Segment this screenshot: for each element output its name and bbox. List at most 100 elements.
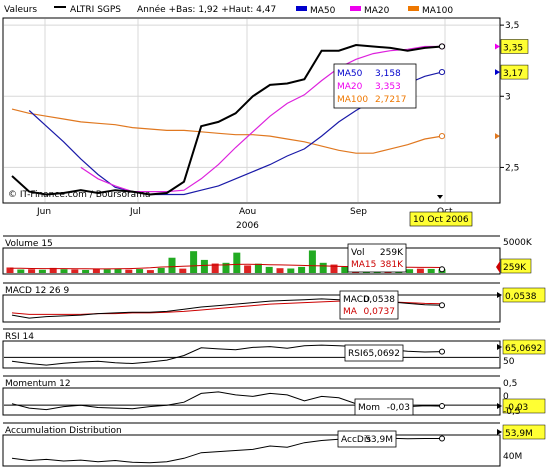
volume-bar [125, 269, 133, 273]
month-label-aou: Aou [239, 207, 256, 217]
year-label: 2006 [236, 221, 259, 231]
volume-title: Volume 15 [5, 239, 53, 249]
ma-legend: MA50 MA20 MA100 [296, 6, 453, 16]
volume-bar [406, 269, 414, 273]
volume-bar [200, 259, 208, 273]
legend-label-ma50: MA50 [310, 6, 336, 16]
volume-endpoint [439, 266, 445, 273]
rsi-endpoint [439, 348, 445, 355]
header-name: ALTRI SGPS [70, 5, 121, 15]
macd-frame [2, 294, 501, 323]
momentum-tick-high: 0,5 [503, 379, 517, 389]
momentum-endpoint [439, 403, 445, 410]
volume-bar [168, 257, 176, 273]
ma-values-box: MA50 3,158 MA20 3,353 MA100 2,7217 [333, 63, 417, 109]
macd-endpoint [439, 302, 445, 309]
macd-title: MACD 12 26 9 [5, 286, 69, 296]
momentum-frame [2, 387, 501, 416]
volume-box-value: 381K [380, 260, 404, 270]
rsi-panel: RSI 14RSI 65,0692 65,069250 [2, 328, 546, 369]
legend-swatch-ma50 [296, 6, 307, 11]
header-stats: Année +Bas: 1,92 +Haut: 4,47 [137, 4, 276, 15]
date-label: 10 Oct 2006 [413, 215, 469, 225]
volume-bar [71, 269, 79, 273]
volume-box-value: 259K [380, 248, 404, 258]
macd-panel: MACD 12 26 9MACD0,0538MA 0,07370,0538 [2, 282, 546, 323]
volume-bar [233, 252, 241, 273]
volume-bar [179, 268, 187, 273]
volume-bar [416, 268, 424, 273]
month-label-jun: Jun [36, 207, 51, 217]
value-badge-text: 3,17 [503, 69, 523, 79]
macd-badge-text: 0,0538 [505, 292, 537, 302]
ma-box-name-ma50: MA50 [337, 69, 363, 79]
y-tick-label: 3 [505, 92, 511, 102]
volume-bar [427, 268, 435, 273]
volume-bar [103, 269, 111, 273]
accdist-tick-label: 40M [503, 452, 522, 462]
ma-box-value-ma50: 3,158 [375, 69, 401, 79]
y-tick-label: 2,5 [505, 163, 519, 173]
price-legend-swatch [54, 6, 66, 8]
volume-bar [287, 268, 295, 273]
legend-label-ma20: MA20 [364, 6, 390, 16]
macd-box-value: 0,0538 [364, 295, 396, 305]
accdist-pointer-icon [497, 429, 502, 435]
ma-box-name-ma100: MA100 [337, 95, 368, 105]
momentum-panel: Momentum 12Mom -0,03 -0,030,50-0,5 [2, 375, 546, 417]
endpoint-price [438, 43, 446, 50]
volume-scale-label: 5000K [503, 238, 533, 248]
month-label-jul: Jul [129, 207, 141, 217]
accdist-frame [2, 434, 501, 467]
endpoint-ma50 [438, 68, 446, 76]
volume-bar [341, 266, 349, 273]
momentum-box-value: -0,03 [387, 403, 410, 413]
momentum-tick-low: -0,5 [503, 407, 521, 417]
volume-bar [308, 250, 316, 273]
accdist-badge-text: 53,9M [505, 429, 533, 439]
y-tick-label: 3,5 [505, 21, 519, 31]
volume-bar [244, 265, 252, 273]
value-badge-text: 3,35 [503, 43, 523, 53]
volume-panel: Volume 15 Vol 259K MA15 381K 5000K 259K [2, 235, 533, 275]
accdist-title: Accumulation Distribution [5, 426, 122, 436]
volume-bar [298, 266, 306, 273]
volume-bar [38, 269, 46, 273]
rsi-badge-text: 65,0692 [505, 344, 542, 354]
volume-bar [28, 269, 36, 273]
endpoint-ma100 [438, 133, 446, 140]
volume-bar [265, 266, 273, 273]
ma-box-value-ma20: 3,353 [375, 82, 401, 92]
legend-swatch-ma20 [350, 6, 361, 11]
header-label: Valeurs [4, 5, 37, 15]
volume-bar [136, 269, 144, 273]
volume-bar [319, 262, 327, 273]
volume-box-name: MA15 [351, 260, 376, 270]
volume-badge-text: 259K [503, 263, 527, 273]
volume-bar [190, 251, 198, 273]
legend-label-ma100: MA100 [422, 6, 453, 16]
rsi-tick-label: 50 [503, 357, 515, 367]
month-label-sep: Sep [350, 207, 367, 217]
copyright: © IT-Finance.com / Boursorama [8, 190, 150, 200]
volume-bar [254, 263, 262, 273]
volume-bar [82, 269, 90, 273]
accdist-panel: Accumulation DistributionAccDis53,9M53,9… [2, 422, 546, 467]
stock-chart: Valeurs ALTRI SGPS Année +Bas: 1,92 +Hau… [0, 0, 550, 467]
accdist-box-value: 53,9M [365, 435, 393, 445]
rsi-title: RSI 14 [5, 332, 34, 342]
momentum-box-name: Mom [358, 403, 380, 413]
rsi-frame [2, 340, 501, 369]
main-panel [2, 17, 501, 204]
month-labels: JunJulAouSepOct [36, 207, 453, 217]
volume-bar [276, 268, 284, 273]
volume-bar [114, 268, 122, 273]
volume-bar [157, 267, 165, 273]
accdist-endpoint [439, 435, 445, 442]
volume-bar [17, 269, 25, 273]
rsi-box-name: RSI [348, 349, 363, 359]
volume-bar [60, 269, 68, 273]
rsi-box-value: 65,0692 [363, 349, 400, 359]
momentum-title: Momentum 12 [5, 379, 71, 389]
macd-box-value: 0,0737 [364, 307, 396, 317]
